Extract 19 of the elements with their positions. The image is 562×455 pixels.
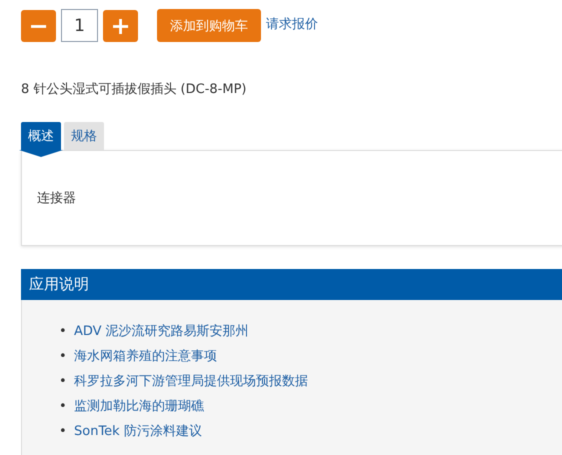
note-link[interactable]: SonTek 防污涂料建议 (74, 419, 202, 444)
section-header: 应用说明 (21, 269, 562, 300)
bullet: • (59, 373, 68, 391)
tab-content-text: 连接器 (37, 190, 76, 207)
bullet: • (59, 423, 68, 441)
quantity-field[interactable]: 1 (61, 9, 98, 42)
note-link[interactable]: 海水网箱养殖的注意事项 (74, 344, 217, 369)
add-to-cart-button[interactable]: 添加到购物车 (157, 9, 261, 42)
product-title: 8 针公头湿式可插拔假插头 (DC-8-MP) (21, 81, 248, 98)
request-quote-link[interactable]: 请求报价 (266, 15, 318, 33)
note-link[interactable]: ADV 泥沙流研究路易斯安那州 (74, 319, 249, 344)
bullet: • (59, 348, 68, 366)
note-link[interactable]: 科罗拉多河下游管理局提供现场预报数据 (74, 369, 308, 394)
increase-button[interactable]: + (103, 10, 138, 42)
note-link[interactable]: 监测加勒比海的珊瑚礁 (74, 394, 204, 419)
bullet: • (59, 398, 68, 416)
bullet: • (59, 323, 68, 341)
decrease-button[interactable]: − (21, 10, 56, 42)
tab[interactable]: 规格 (64, 122, 104, 150)
